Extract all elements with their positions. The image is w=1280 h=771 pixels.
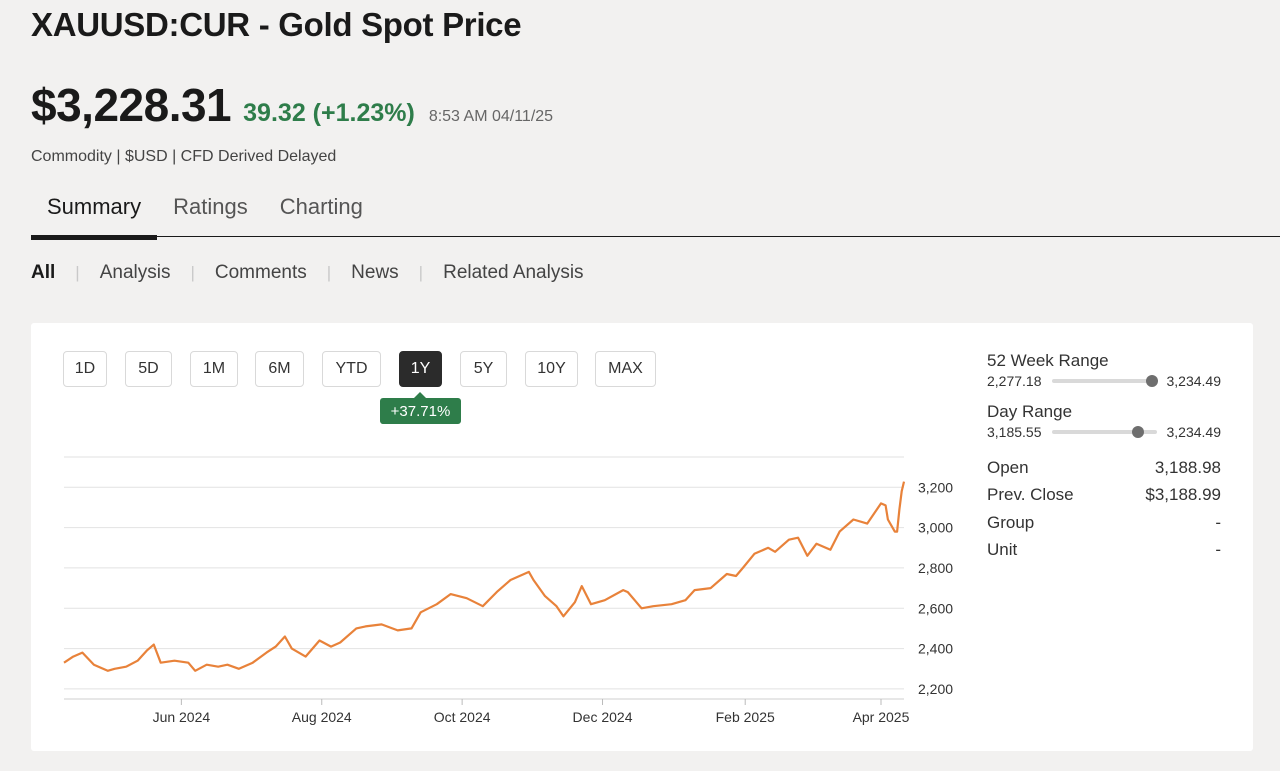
- current-price: $3,228.31: [31, 79, 232, 131]
- day-range: 3,185.55 3,234.49: [987, 424, 1221, 440]
- filter-related-analysis[interactable]: Related Analysis: [443, 262, 583, 284]
- tab-charting[interactable]: Charting: [264, 186, 379, 235]
- week52-range: 2,277.18 3,234.49: [987, 373, 1221, 389]
- day-high: 3,234.49: [1166, 424, 1222, 440]
- y-tick-label: 2,200: [918, 681, 953, 697]
- tab-summary[interactable]: Summary: [31, 186, 158, 240]
- day-low: 3,185.55: [987, 424, 1042, 440]
- price-chart[interactable]: 2,200 2,400 2,600 2,800 3,000 3,200 Jun 2024 Au…: [31, 323, 971, 751]
- tab-ratings[interactable]: Ratings: [157, 186, 264, 235]
- quote-details: Open 3,188.98 Prev. Close $3,188.99 Grou…: [987, 454, 1221, 564]
- group-row: Group -: [987, 509, 1221, 537]
- y-tick-label: 2,800: [918, 560, 953, 576]
- content-filter-nav: All | Analysis | Comments | News | Relat…: [31, 262, 584, 284]
- week52-range-label: 52 Week Range: [987, 351, 1109, 370]
- instrument-info: Commodity | $USD | CFD Derived Delayed: [31, 148, 337, 165]
- group-value: -: [1215, 512, 1221, 532]
- day-range-label: Day Range: [987, 402, 1073, 421]
- day-range-marker: [1131, 426, 1144, 438]
- x-tick-label: Dec 2024: [573, 709, 633, 725]
- divider: |: [418, 263, 424, 282]
- y-tick-label: 3,200: [918, 479, 953, 495]
- divider: |: [326, 263, 332, 282]
- unit-row: Unit -: [987, 537, 1221, 565]
- unit-label: Unit: [987, 540, 1018, 560]
- page-title: XAUUSD:CUR - Gold Spot Price: [31, 6, 522, 43]
- main-tabs: Summary Ratings Charting: [31, 186, 1280, 240]
- y-tick-label: 3,000: [918, 520, 953, 536]
- day-range-bar: [1051, 426, 1157, 438]
- price-change: 39.32 (+1.23%): [243, 99, 415, 127]
- price-series-line: [63, 481, 906, 672]
- price-timestamp: 8:53 AM 04/11/25: [428, 108, 554, 125]
- open-value: 3,188.98: [1154, 457, 1221, 477]
- x-tick-label: Jun 2024: [153, 709, 211, 725]
- prev-close-row: Prev. Close $3,188.99: [987, 482, 1221, 510]
- filter-analysis[interactable]: Analysis: [100, 262, 171, 284]
- y-tick-label: 2,600: [918, 600, 953, 616]
- x-tick-label: Apr 2025: [853, 709, 910, 725]
- prev-close-value: $3,188.99: [1145, 485, 1221, 505]
- stats-panel: 52 Week Range 2,277.18 3,234.49 Day Rang…: [987, 351, 1221, 564]
- x-tick-label: Aug 2024: [292, 709, 352, 725]
- unit-value: -: [1215, 540, 1221, 560]
- week52-low: 2,277.18: [987, 373, 1042, 389]
- chart-card: 1D 5D 1M 6M YTD 1Y 5Y 10Y MAX +37.71% 2,…: [31, 323, 1253, 751]
- open-label: Open: [987, 457, 1029, 477]
- open-row: Open 3,188.98: [987, 454, 1221, 482]
- group-label: Group: [987, 512, 1035, 532]
- x-tick-label: Feb 2025: [716, 709, 775, 725]
- week52-high: 3,234.49: [1166, 373, 1222, 389]
- filter-news[interactable]: News: [351, 262, 399, 284]
- y-tick-label: 2,400: [918, 641, 953, 657]
- x-tick-label: Oct 2024: [434, 709, 491, 725]
- week52-range-marker: [1146, 375, 1159, 387]
- filter-all[interactable]: All: [31, 262, 55, 284]
- week52-range-bar: [1051, 375, 1159, 387]
- price-row: $3,228.31 39.32 (+1.23%) 8:53 AM 04/11/2…: [31, 78, 553, 132]
- divider: |: [190, 263, 195, 282]
- divider: |: [75, 263, 80, 282]
- prev-close-label: Prev. Close: [987, 485, 1074, 505]
- filter-comments[interactable]: Comments: [215, 262, 307, 284]
